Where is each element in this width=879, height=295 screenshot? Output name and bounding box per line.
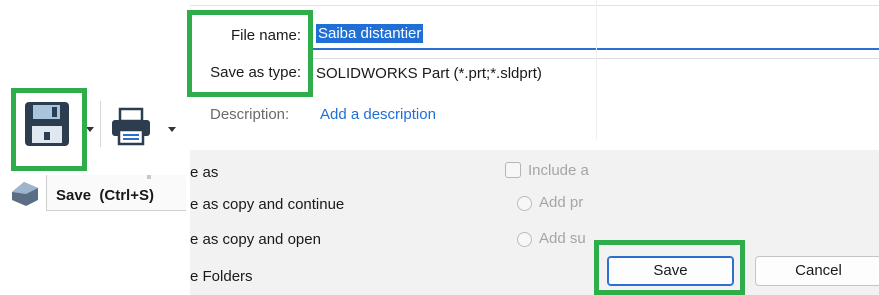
file-name-input[interactable]: Saiba distantier bbox=[310, 20, 879, 50]
toolbar-divider bbox=[100, 101, 101, 147]
file-name-value[interactable]: Saiba distantier bbox=[316, 24, 424, 43]
save-as-dialog: File name: Saiba distantier Save as type… bbox=[190, 0, 879, 295]
tooltip-label: Save bbox=[56, 187, 92, 204]
add-suffix-label: Add su bbox=[539, 230, 586, 247]
tooltip-shortcut: (Ctrl+S) bbox=[99, 187, 154, 204]
tooltip-grip bbox=[147, 175, 151, 179]
save-as-copy-open-option[interactable]: e as copy and open bbox=[190, 231, 321, 248]
save-as-type-select[interactable]: SOLIDWORKS Part (*.prt;*.sldprt) bbox=[310, 58, 879, 89]
add-description-link[interactable]: Add a description bbox=[320, 106, 436, 123]
save-dropdown-chevron-down-icon[interactable] bbox=[86, 127, 94, 132]
add-prefix-radio[interactable] bbox=[517, 196, 532, 211]
save-as-copy-continue-option[interactable]: e as copy and continue bbox=[190, 196, 344, 213]
include-checkbox[interactable] bbox=[505, 162, 521, 178]
dialog-divider bbox=[596, 0, 597, 140]
tooltip-text: Save (Ctrl+S) bbox=[56, 187, 154, 204]
save-tooltip: Save (Ctrl+S) bbox=[46, 175, 186, 211]
save-as-type-label: Save as type: bbox=[210, 64, 301, 81]
print-dropdown-chevron-down-icon[interactable] bbox=[168, 127, 176, 132]
include-checkbox-label: Include a bbox=[528, 162, 589, 179]
dialog-top-border bbox=[190, 5, 879, 6]
part-icon bbox=[12, 182, 38, 206]
save-as-option[interactable]: e as bbox=[190, 164, 218, 181]
save-button[interactable]: Save bbox=[607, 256, 734, 286]
file-name-label: File name: bbox=[230, 27, 301, 44]
save-as-type-value[interactable]: SOLIDWORKS Part (*.prt;*.sldprt) bbox=[316, 65, 542, 82]
cancel-button[interactable]: Cancel bbox=[755, 256, 879, 286]
description-label: Description: bbox=[210, 106, 290, 123]
add-prefix-label: Add pr bbox=[539, 194, 584, 211]
hide-folders-toggle[interactable]: e Folders bbox=[190, 268, 253, 285]
floppy-disk-icon[interactable] bbox=[22, 99, 72, 149]
printer-icon[interactable] bbox=[109, 107, 153, 147]
add-suffix-radio[interactable] bbox=[517, 232, 532, 247]
toolbar-area: Save (Ctrl+S) bbox=[0, 0, 190, 295]
